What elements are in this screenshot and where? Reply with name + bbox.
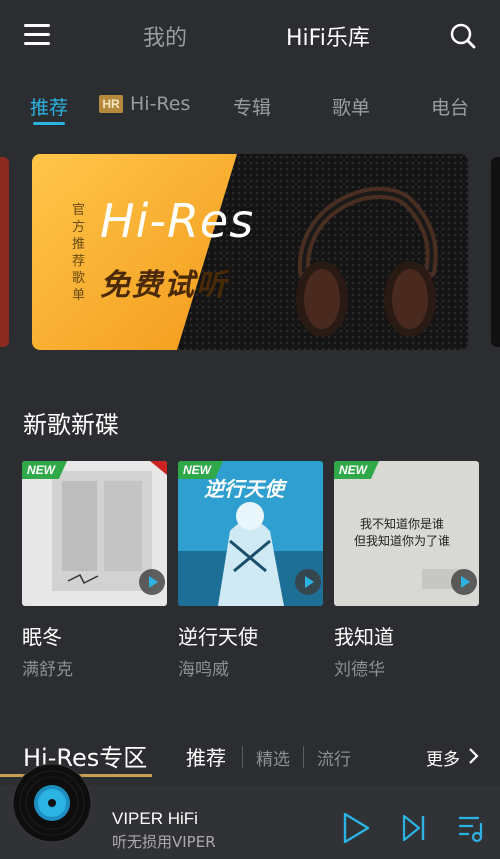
next-track-icon[interactable] xyxy=(402,814,426,842)
hr-badge-icon: HR xyxy=(99,95,123,113)
player-title: VIPER HiFi xyxy=(112,809,198,828)
banner-free-text: 免费试听 xyxy=(100,268,228,303)
more-link[interactable]: 更多 xyxy=(426,745,460,770)
album-artist: 刘德华 xyxy=(334,660,385,680)
album-title: 眠冬 xyxy=(22,625,62,649)
hires-banner[interactable]: 官方推荐歌单 Hi-Res 免费试听 xyxy=(32,154,468,350)
play-icon[interactable] xyxy=(295,569,321,595)
album-artist: 满舒克 xyxy=(22,660,73,680)
tab-radio[interactable]: 电台 xyxy=(431,93,469,120)
cover-line-1: 我不知道你是谁 xyxy=(360,517,445,531)
search-icon[interactable] xyxy=(449,22,477,50)
filter-pop[interactable]: 流行 xyxy=(317,745,351,770)
top-bar: 我的 HiFi乐库 xyxy=(0,0,500,72)
section-title-new-releases: 新歌新碟 xyxy=(23,411,119,439)
tab-album[interactable]: 专辑 xyxy=(233,93,271,120)
chevron-right-icon[interactable] xyxy=(467,747,479,765)
active-tab-indicator xyxy=(33,122,65,125)
album-card-1[interactable]: NEW 眠冬 满舒克 xyxy=(22,461,167,680)
banner-prev-peek[interactable] xyxy=(0,157,9,347)
filter-divider xyxy=(242,746,243,768)
tab-playlist[interactable]: 歌单 xyxy=(332,93,370,120)
album-card-3[interactable]: 我不知道你是谁 但我知道你为了谁 NEW 我知道 刘德华 xyxy=(334,461,479,680)
play-icon[interactable] xyxy=(139,569,165,595)
tab-hifi-library[interactable]: HiFi乐库 xyxy=(286,20,370,52)
banner-hires-text: Hi-Res xyxy=(100,194,255,248)
album-cover[interactable]: NEW xyxy=(22,461,167,606)
album-artist: 海鸣威 xyxy=(178,660,229,680)
album-card-2[interactable]: 逆行天使 NEW 逆行天使 海鸣威 xyxy=(178,461,323,680)
playlist-icon[interactable] xyxy=(457,815,487,843)
album-disc-icon[interactable] xyxy=(12,763,92,843)
album-cover[interactable]: 逆行天使 NEW xyxy=(178,461,323,606)
tab-hires[interactable]: HR Hi-Res xyxy=(99,93,190,115)
cover-lyrics: 我不知道你是谁 但我知道你为了谁 xyxy=(354,516,450,550)
play-icon[interactable] xyxy=(451,569,477,595)
filter-divider xyxy=(303,746,304,768)
play-icon[interactable] xyxy=(342,812,370,844)
album-title: 逆行天使 xyxy=(178,625,258,649)
banner-official-text: 官方推荐歌单 xyxy=(72,203,86,303)
filter-recommend[interactable]: 推荐 xyxy=(186,742,226,771)
tab-recommend[interactable]: 推荐 xyxy=(30,93,68,120)
category-tabs: 推荐 HR Hi-Res 专辑 歌单 电台 xyxy=(0,86,500,126)
menu-icon[interactable] xyxy=(24,24,52,46)
cover-title-text: 逆行天使 xyxy=(204,477,284,501)
player-subtitle: 听无损用VIPER xyxy=(112,833,216,851)
album-cover[interactable]: 我不知道你是谁 但我知道你为了谁 NEW xyxy=(334,461,479,606)
cover-line-2: 但我知道你为了谁 xyxy=(354,534,451,548)
banner-artwork xyxy=(32,154,468,350)
banner-next-peek[interactable] xyxy=(491,157,500,347)
album-title: 我知道 xyxy=(334,625,394,649)
tab-mine[interactable]: 我的 xyxy=(143,20,187,52)
filter-featured[interactable]: 精选 xyxy=(256,745,290,770)
tab-hires-label: Hi-Res xyxy=(130,93,191,115)
